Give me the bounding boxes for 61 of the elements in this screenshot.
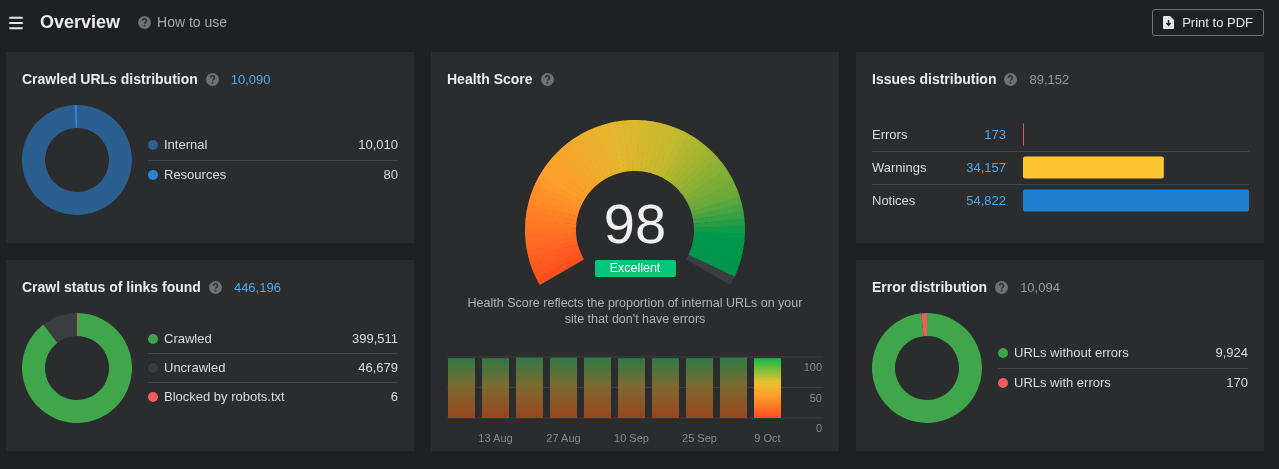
legend-label: Internal — [164, 136, 209, 155]
card-title: Issues distribution — [872, 70, 997, 89]
download-document-icon — [1163, 16, 1175, 29]
axis-label: 100 — [803, 361, 822, 373]
legend-value: 10,010 — [358, 136, 398, 155]
card-title: Crawl status of links found — [22, 278, 201, 297]
axis-label: 9 Oct — [754, 432, 781, 444]
axis-label: 27 Aug — [546, 432, 581, 444]
gauge-track — [686, 255, 735, 285]
legend-label: URLs without errors — [1014, 344, 1130, 363]
legend-value: 399,511 — [351, 329, 398, 348]
legend-label: Blocked by robots.txt — [164, 388, 286, 407]
help-icon[interactable] — [205, 73, 219, 86]
score-bar[interactable] — [550, 357, 577, 418]
rating-badge: Excellent — [594, 260, 676, 277]
axis-label: 50 — [809, 391, 822, 404]
health-score: 98 — [603, 194, 667, 254]
help-icon[interactable] — [540, 73, 554, 86]
help-icon[interactable] — [995, 281, 1009, 294]
axis-label: Warnings — [872, 160, 927, 175]
help-link[interactable]: How to use — [157, 12, 228, 33]
total-count[interactable]: 10,090 — [230, 69, 271, 90]
legend-label: Crawled — [164, 329, 213, 348]
total-count[interactable]: 446,196 — [233, 277, 281, 298]
help-icon[interactable] — [138, 16, 152, 29]
value-label[interactable]: 34,157 — [966, 160, 1006, 175]
axis-label: 0 — [815, 422, 822, 434]
page-title: Overview — [40, 11, 121, 34]
help-icon[interactable] — [1004, 73, 1018, 86]
axis-label: 13 Aug — [478, 432, 513, 444]
legend-value: 6 — [390, 388, 398, 407]
legend-value: 46,679 — [358, 359, 398, 378]
legend-label: Resources — [164, 165, 228, 184]
score-bar[interactable] — [448, 358, 475, 418]
legend-label: URLs with errors — [1014, 373, 1112, 392]
legend-value: 170 — [1226, 373, 1248, 392]
score-bar[interactable] — [754, 358, 781, 418]
score-bar[interactable] — [618, 358, 645, 418]
health-description: Health Score reflects the proportion of internal URLs on your site that don't have errors — [466, 295, 804, 327]
card-title: Crawled URLs distribution — [22, 70, 198, 89]
axis-label: 10 Sep — [614, 432, 649, 444]
legend-value: 9,924 — [1215, 344, 1248, 363]
score-bar[interactable] — [482, 358, 509, 418]
value-label[interactable]: 54,822 — [966, 193, 1006, 208]
legend-label: Uncrawled — [164, 359, 227, 378]
score-bar[interactable] — [686, 358, 713, 418]
axis-label: 25 Sep — [682, 432, 717, 444]
axis-label: Notices — [872, 193, 916, 208]
print-button[interactable]: Print to PDF — [1152, 9, 1264, 36]
help-icon[interactable] — [208, 281, 222, 294]
score-bar[interactable] — [652, 358, 679, 418]
card-title: Error distribution — [872, 278, 988, 297]
total-count: 89,152 — [1029, 70, 1070, 89]
total-count: 10,094 — [1020, 278, 1060, 297]
axis-label: Errors — [872, 127, 908, 142]
score-bar[interactable] — [720, 357, 747, 418]
score-bar[interactable] — [516, 357, 543, 418]
legend-value: 80 — [383, 165, 398, 184]
value-label[interactable]: 173 — [984, 127, 1006, 142]
card-title: Health Score — [447, 70, 533, 89]
score-bar[interactable] — [584, 357, 611, 418]
